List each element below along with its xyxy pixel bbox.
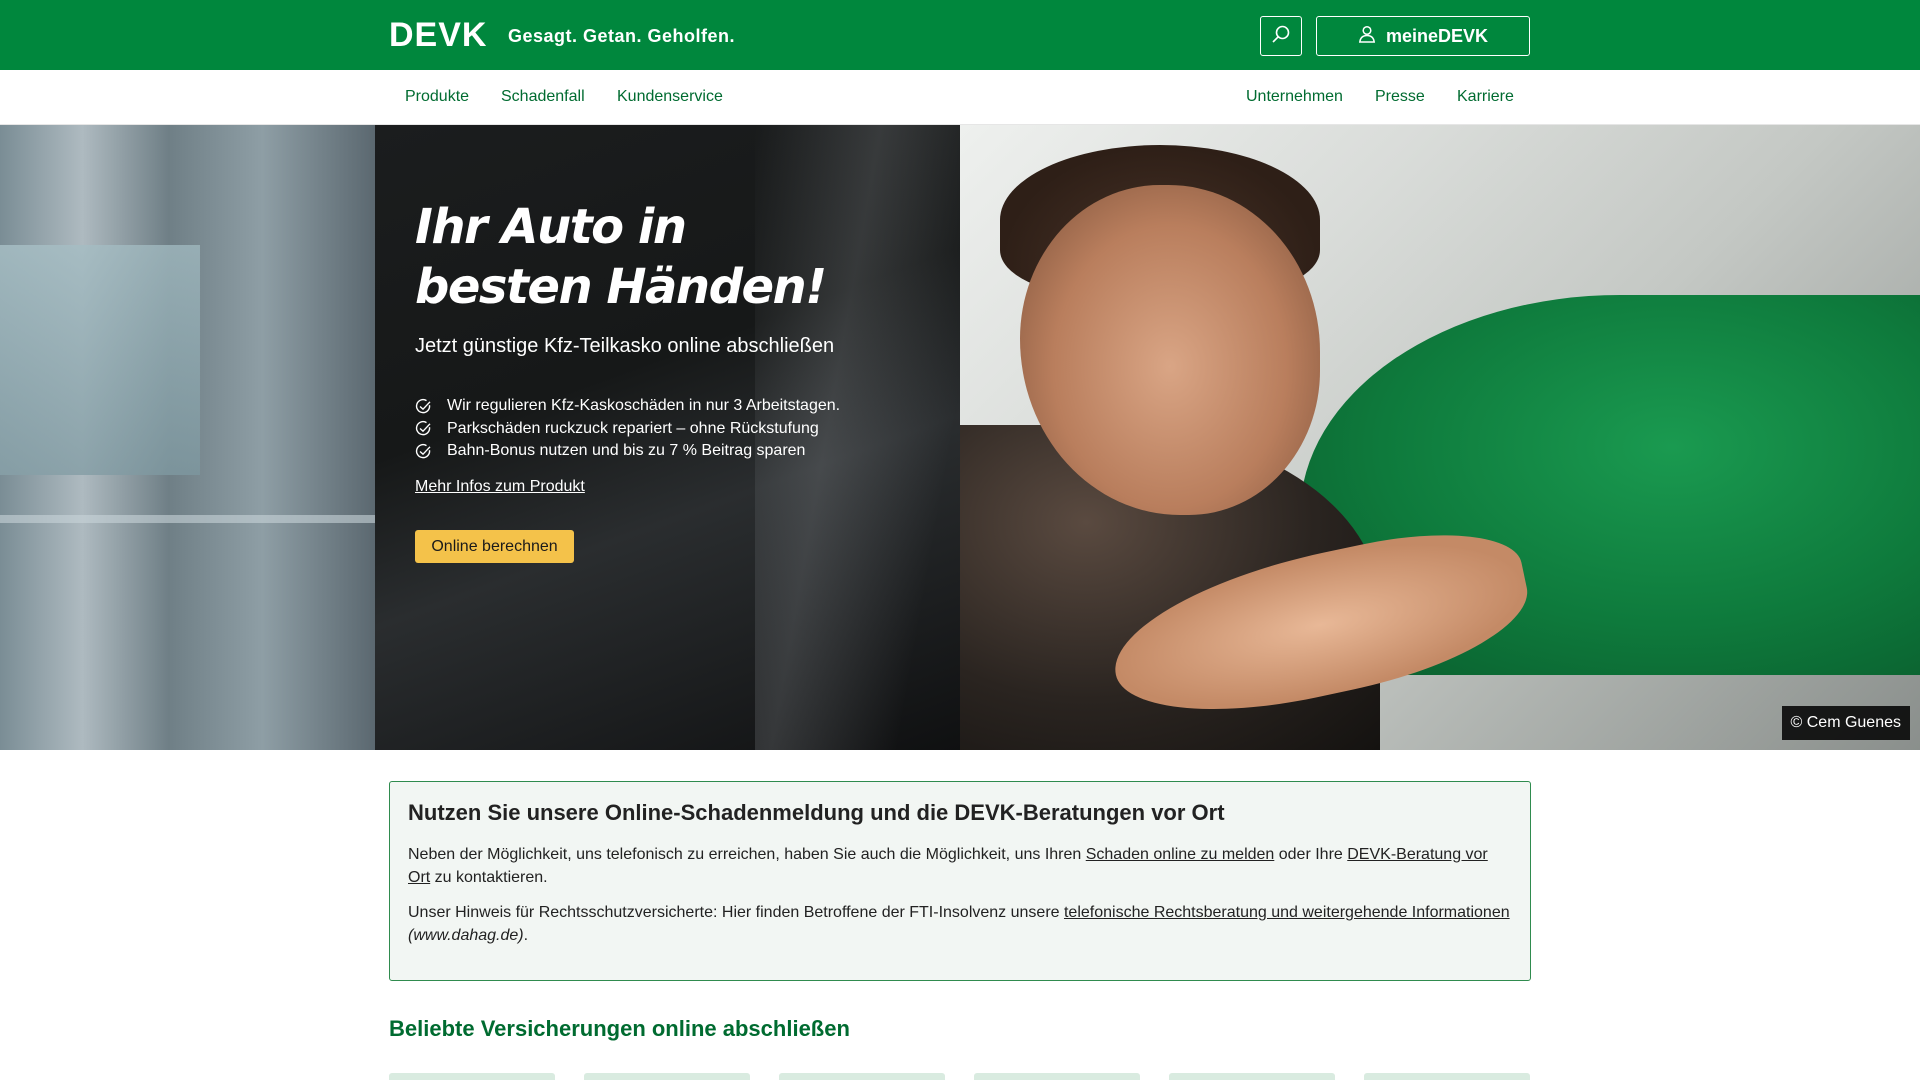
check-circle-icon: [415, 443, 432, 460]
product-card[interactable]: [974, 1073, 1140, 1080]
photo-credit: © Cem Guenes: [1781, 706, 1910, 740]
login-label: meineDEVK: [1385, 25, 1489, 46]
product-card[interactable]: [779, 1073, 945, 1080]
legal-advice-link[interactable]: telefonische Rechtsberatung und weiterge…: [1064, 904, 1510, 921]
list-item: Wir regulieren Kfz-Kaskoschäden in nur 3…: [415, 395, 840, 418]
list-item: Bahn-Bonus nutzen und bis zu 7 % Beitrag…: [415, 440, 840, 463]
info-text: zu kontaktieren.: [430, 868, 548, 886]
check-circle-icon: [415, 398, 432, 415]
product-card[interactable]: [1169, 1073, 1335, 1080]
hero-photo-mechanic: © Cem Guenes: [960, 125, 1920, 750]
hero-background-car-window: [0, 125, 375, 750]
claim-online-link[interactable]: Schaden online zu melden: [1086, 846, 1275, 863]
user-icon: [1358, 25, 1376, 48]
benefit-text: Bahn-Bonus nutzen und bis zu 7 % Beitrag…: [447, 442, 806, 460]
hero-benefit-list: Wir regulieren Kfz-Kaskoschäden in nur 3…: [415, 395, 840, 463]
list-item: Parkschäden ruckzuck repariert – ohne Rü…: [415, 418, 840, 441]
search-button[interactable]: [1260, 16, 1302, 56]
nav-item-schadenfall[interactable]: Schadenfall: [501, 88, 585, 106]
benefit-text: Parkschäden ruckzuck repariert – ohne Rü…: [447, 419, 819, 437]
devk-logo[interactable]: DEVK: [389, 18, 487, 52]
search-icon: [1271, 24, 1291, 49]
product-card[interactable]: [1364, 1073, 1530, 1080]
dahag-url-note: (www.dahag.de): [408, 926, 524, 944]
nav-item-presse[interactable]: Presse: [1375, 88, 1425, 106]
hero-banner: © Cem Guenes Ihr Auto in besten Händen! …: [0, 125, 1920, 750]
info-text: .: [523, 926, 529, 944]
online-claims-info-box: Nutzen Sie unsere Online-Schadenmeldung …: [389, 781, 1531, 981]
meine-devk-login-button[interactable]: meineDEVK: [1316, 16, 1530, 56]
nav-item-kundenservice[interactable]: Kundenservice: [617, 88, 723, 106]
online-berechnen-button[interactable]: Online berechnen: [415, 530, 574, 563]
info-box-title: Nutzen Sie unsere Online-Schadenmeldung …: [408, 800, 1225, 825]
product-card[interactable]: [389, 1073, 555, 1080]
header-slogan: Gesagt. Getan. Geholfen.: [508, 26, 736, 46]
nav-item-produkte[interactable]: Produkte: [405, 88, 469, 106]
info-box-paragraph-2: Unser Hinweis für Rechtsschutzversichert…: [408, 902, 1512, 947]
main-navigation: Produkte Schadenfall Kundenservice Unter…: [0, 70, 1920, 125]
check-circle-icon: [415, 420, 432, 437]
more-info-link[interactable]: Mehr Infos zum Produkt: [415, 478, 585, 496]
info-box-paragraph-1: Neben der Möglichkeit, uns telefonisch z…: [408, 844, 1512, 889]
hero-subtitle: Jetzt günstige Kfz-Teilkasko online absc…: [415, 335, 835, 357]
product-card[interactable]: [584, 1073, 750, 1080]
info-text: Neben der Möglichkeit, uns telefonisch z…: [408, 846, 1086, 863]
benefit-text: Wir regulieren Kfz-Kaskoschäden in nur 3…: [447, 397, 841, 415]
hero-title: Ihr Auto in besten Händen!: [415, 199, 827, 315]
header-bar: DEVK Gesagt. Getan. Geholfen. meineDEVK: [0, 0, 1920, 70]
info-text: Unser Hinweis für Rechtsschutzversichert…: [408, 904, 1064, 921]
nav-item-karriere[interactable]: Karriere: [1457, 88, 1514, 106]
popular-insurances-title: Beliebte Versicherungen online abschließ…: [389, 1016, 850, 1041]
nav-item-unternehmen[interactable]: Unternehmen: [1246, 88, 1343, 106]
info-text: oder Ihre: [1274, 846, 1348, 863]
